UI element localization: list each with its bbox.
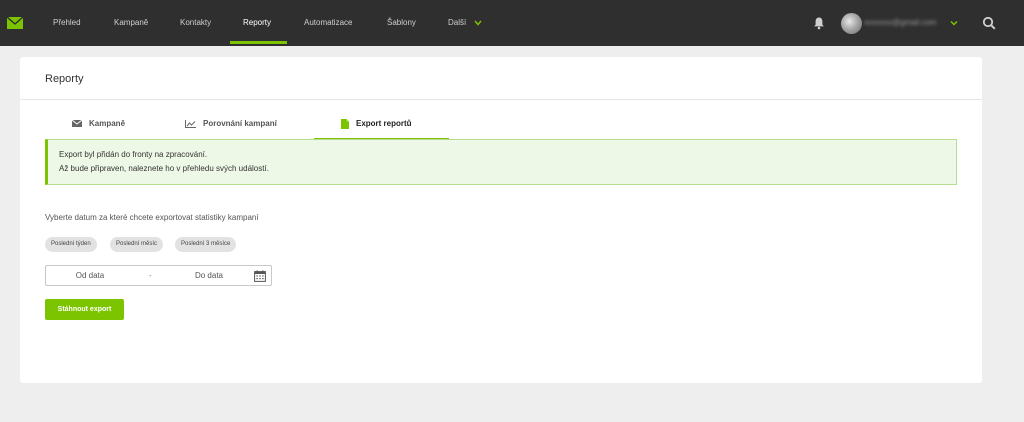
page-title: Reporty [45, 73, 84, 85]
nav-item-reporty[interactable]: Reporty [243, 0, 271, 46]
envelope-logo-icon[interactable] [7, 17, 23, 29]
date-range-picker: - [45, 265, 272, 286]
file-icon [341, 118, 349, 129]
download-export-button[interactable]: Stáhnout export [45, 299, 124, 320]
report-tabs: Kampaně Porovnání kampaní Export reportů [45, 113, 957, 140]
tab-porovnani-kampani[interactable]: Porovnání kampaní [185, 113, 277, 140]
chevron-down-icon[interactable] [950, 19, 958, 27]
bell-icon[interactable] [812, 16, 826, 30]
search-icon[interactable] [982, 16, 996, 30]
chevron-down-icon [474, 20, 483, 26]
nav-item-sablony[interactable]: Šablony [387, 0, 416, 46]
nav-item-dalsi-label: Další [448, 18, 467, 27]
nav-active-indicator [230, 41, 287, 44]
alert-message-line2: Až bude připraven, naleznete ho v přehle… [59, 164, 269, 173]
export-instruction: Vyberte datum za které chcete exportovat… [45, 213, 259, 222]
reports-card: Reporty Kampaně Porovnání kampaní Export… [20, 57, 982, 383]
nav-item-kontakty[interactable]: Kontakty [180, 0, 211, 46]
calendar-icon[interactable] [254, 270, 266, 282]
nav-item-automatizace[interactable]: Automatizace [304, 0, 352, 46]
top-navbar: Přehled Kampaně Kontakty Reporty Automat… [0, 0, 1024, 46]
tab-porovnani-kampani-label: Porovnání kampaní [203, 119, 277, 128]
preset-last-week[interactable]: Poslední týden [45, 237, 97, 252]
tab-export-reportu-label: Export reportů [356, 119, 412, 128]
nav-item-kampane[interactable]: Kampaně [114, 0, 148, 46]
envelope-icon [72, 120, 82, 128]
tab-kampane[interactable]: Kampaně [72, 113, 125, 140]
tab-kampane-label: Kampaně [89, 119, 126, 128]
nav-item-prehled[interactable]: Přehled [53, 0, 81, 46]
alert-message-line1: Export byl přidán do fronty na zpracován… [59, 150, 208, 159]
nav-item-dalsi[interactable]: Další [448, 0, 483, 46]
avatar[interactable] [841, 13, 862, 34]
title-divider [20, 99, 982, 100]
user-email[interactable]: xxxxxxx@gmail.com [864, 0, 937, 46]
date-range-separator: - [149, 271, 152, 280]
date-to-input[interactable] [168, 266, 250, 285]
preset-last-3-months[interactable]: Poslední 3 měsíce [175, 237, 237, 252]
tab-export-reportu[interactable]: Export reportů [314, 113, 449, 140]
preset-last-month[interactable]: Poslední měsíc [110, 237, 164, 252]
success-alert: Export byl přidán do fronty na zpracován… [45, 139, 957, 185]
date-from-input[interactable] [47, 266, 133, 285]
line-chart-icon [185, 119, 196, 128]
